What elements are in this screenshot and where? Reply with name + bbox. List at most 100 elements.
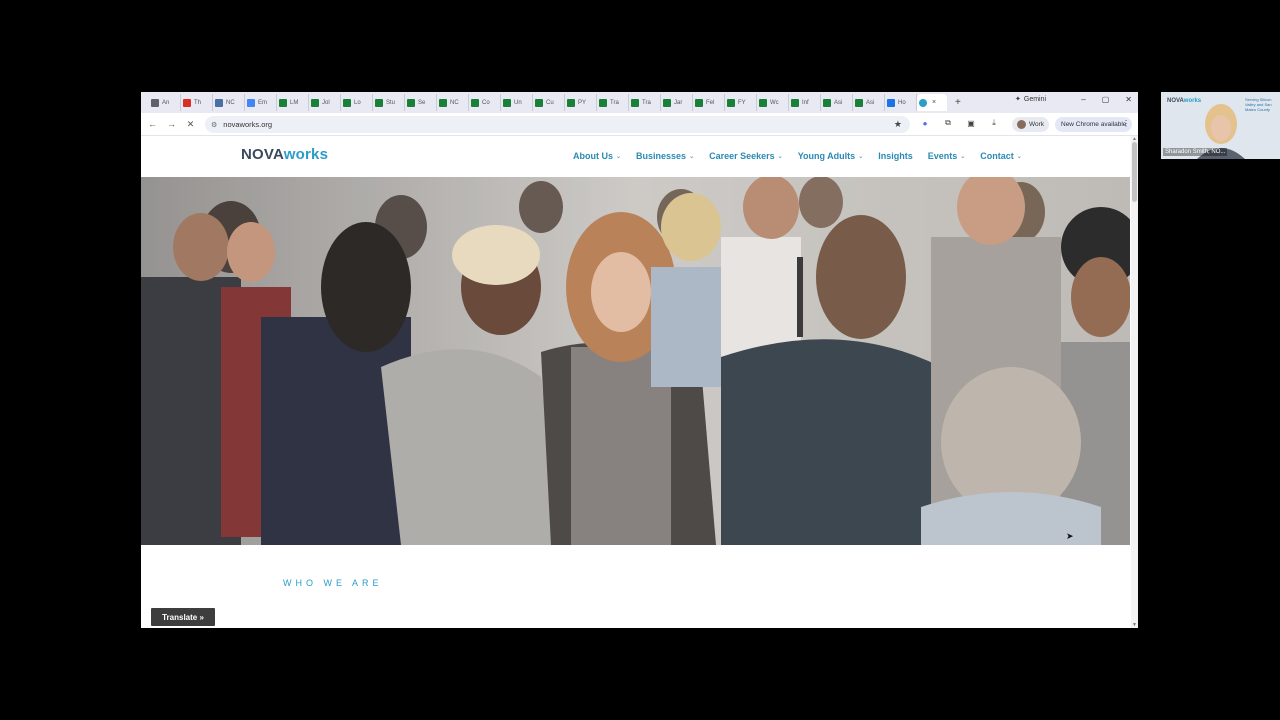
nav-item-label: Businesses (636, 151, 687, 161)
nav-item[interactable]: Career Seekers ⌄ (709, 151, 783, 161)
menu-kebab-icon[interactable]: ⋮ (1122, 119, 1130, 128)
chevron-down-icon: ⌄ (1016, 153, 1022, 160)
browser-tab[interactable]: Asi (853, 94, 885, 111)
back-icon[interactable]: ← (143, 119, 162, 129)
nav-item-label: About Us (573, 151, 613, 161)
sheets-icon (791, 98, 799, 107)
tab-label: Stu (386, 99, 396, 106)
sheets-icon (599, 98, 607, 107)
novaworks-logo[interactable]: NOVAworks (241, 146, 328, 163)
nav-item[interactable]: Businesses ⌄ (636, 151, 694, 161)
site-header: NOVAworks About Us ⌄ Businesses ⌄ Career See… (141, 136, 1131, 177)
bookmark-star-icon[interactable]: ★ (894, 119, 902, 130)
browser-tab[interactable]: LM (277, 94, 309, 111)
update-label: New Chrome available (1061, 121, 1127, 128)
page-scrollbar[interactable]: ▲ ▼ (1131, 136, 1138, 628)
tab-strip: An Th NC Em LM Jol Lo Stu Se NC Co Un Cu PY Tra Tra Jar F… (141, 92, 1138, 113)
sheets-icon (407, 98, 415, 107)
browser-tab[interactable]: Jar (661, 94, 693, 111)
browser-tab[interactable]: Ho (885, 94, 917, 111)
avatar (1017, 120, 1026, 129)
translate-button[interactable]: Translate » (151, 608, 215, 626)
nav-item-label: Career Seekers (709, 151, 775, 161)
tab-label: Em (258, 99, 267, 106)
browser-tab[interactable]: NC (437, 94, 469, 111)
update-chrome-button[interactable]: New Chrome available (1055, 117, 1133, 132)
download-icon[interactable]: ⤓ (989, 118, 999, 128)
browser-window: An Th NC Em LM Jol Lo Stu Se NC Co Un Cu PY Tra Tra Jar F… (141, 92, 1138, 628)
forward-icon[interactable]: → (162, 119, 181, 129)
browser-tab[interactable]: Co (469, 94, 501, 111)
tab-label: Tra (642, 99, 651, 106)
sheets-icon (855, 98, 863, 107)
puzzle-icon[interactable]: ⧉ (943, 118, 953, 128)
browser-tab[interactable]: Un (501, 94, 533, 111)
browser-tab[interactable]: An (149, 94, 181, 111)
browser-tab[interactable]: Stu (373, 94, 405, 111)
sheets-icon (567, 98, 575, 107)
sheets-icon (311, 98, 319, 107)
nav-item[interactable]: Insights (878, 151, 913, 161)
hero-image (141, 177, 1130, 545)
browser-tab[interactable]: Asi (821, 94, 853, 111)
browser-tab[interactable]: Se (405, 94, 437, 111)
restore-icon[interactable]: ▢ (1102, 95, 1110, 104)
chevron-down-icon: ⌄ (777, 153, 783, 160)
tab-label: Un (514, 99, 522, 106)
nav-item[interactable]: Young Adults ⌄ (798, 151, 864, 161)
browser-tab[interactable]: Fel (693, 94, 725, 111)
scroll-down-icon[interactable]: ▼ (1131, 622, 1138, 628)
browser-tab[interactable]: Tra (597, 94, 629, 111)
tab-label: Co (482, 99, 490, 106)
nav-item-label: Insights (878, 151, 913, 161)
minimize-icon[interactable]: – (1081, 95, 1085, 104)
chrome-icon (151, 98, 159, 107)
nav-item[interactable]: Events ⌄ (928, 151, 966, 161)
gemini-button[interactable]: ✦ Gemini (1015, 95, 1047, 104)
nav-item-label: Events (927, 151, 958, 161)
sheets-icon (471, 98, 479, 107)
new-tab-icon[interactable]: + (955, 97, 967, 108)
tab-label: Inf (802, 99, 809, 106)
browser-tab[interactable]: Em (245, 94, 277, 111)
browser-tab[interactable]: NC (213, 94, 245, 111)
sheets-icon (279, 98, 287, 107)
tab-label: LM (290, 99, 299, 106)
tab-label: Jol (322, 99, 330, 106)
stop-loading-icon[interactable]: ✕ (181, 119, 200, 130)
web-page: NOVAworks About Us ⌄ Businesses ⌄ Career See… (141, 136, 1131, 628)
browser-tab-active[interactable]: × (917, 94, 947, 111)
google-icon (247, 98, 255, 107)
hero-overlay (141, 177, 1130, 545)
main-nav: About Us ⌄ Businesses ⌄ Career Seekers ⌄ Young… (573, 151, 1022, 161)
gmail-icon (183, 98, 191, 107)
chevron-down-icon: ⌄ (858, 153, 864, 160)
nav-item[interactable]: About Us ⌄ (573, 151, 621, 161)
profile-button[interactable]: Work (1012, 117, 1050, 132)
address-bar[interactable]: ⚙ novaworks.org ★ (205, 116, 910, 133)
extension-icon[interactable]: ● (920, 119, 930, 128)
browser-tab[interactable]: PY (565, 94, 597, 111)
nav-item-label: Young Adults (797, 151, 856, 161)
browser-tab[interactable]: Th (181, 94, 213, 111)
tab-label: NC (450, 99, 459, 106)
browser-tab[interactable]: Lo (341, 94, 373, 111)
sheets-icon (631, 98, 639, 107)
tab-label: PY (578, 99, 587, 106)
gemini-label: Gemini (1023, 95, 1047, 103)
browser-tab[interactable]: FY (725, 94, 757, 111)
browser-tab[interactable]: Inf (789, 94, 821, 111)
close-tab-icon[interactable]: × (932, 99, 936, 106)
tab-search-icon[interactable]: ▣ (966, 119, 976, 128)
scrollbar-thumb[interactable] (1132, 142, 1137, 202)
browser-tab[interactable]: Jol (309, 94, 341, 111)
browser-tab[interactable]: Cu (533, 94, 565, 111)
browser-tab[interactable]: Wc (757, 94, 789, 111)
close-window-icon[interactable]: ✕ (1125, 95, 1132, 104)
site-info-icon[interactable]: ⚙ (211, 121, 217, 129)
section-eyebrow: WHO WE ARE (283, 578, 383, 588)
tab-label: Asi (834, 99, 843, 106)
tab-label: Fel (706, 99, 715, 106)
browser-tab[interactable]: Tra (629, 94, 661, 111)
nav-item[interactable]: Contact ⌄ (980, 151, 1022, 161)
